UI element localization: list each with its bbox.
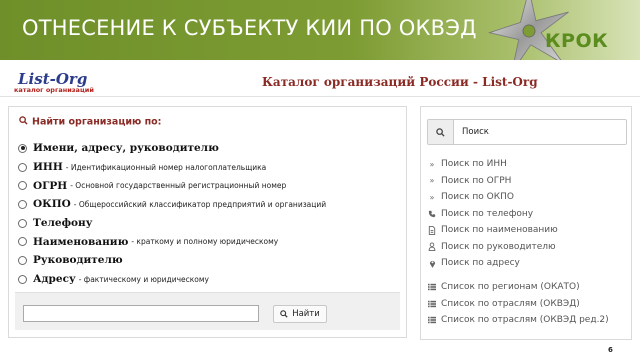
slide-title: ОТНЕСЕНИЕ К СУБЪЕКТУ КИИ ПО ОКВЭД — [22, 16, 477, 40]
link-label: Поиск по телефону — [441, 208, 534, 219]
sidebar-search-placeholder: Поиск — [462, 127, 489, 137]
link-search-ogrn[interactable]: » Поиск по ОГРН — [427, 173, 558, 190]
radio-button[interactable] — [18, 237, 27, 247]
radio-button[interactable] — [18, 274, 27, 284]
list-icon — [427, 316, 437, 324]
option-label: Телефону — [33, 217, 93, 230]
search-icon[interactable] — [428, 120, 454, 144]
radio-button[interactable] — [18, 162, 27, 172]
link-list-regions[interactable]: Список по регионам (ОКАТО) — [427, 279, 609, 296]
link-label: Список по отраслям (ОКВЭД ред.2) — [441, 315, 609, 326]
find-button[interactable]: Найти — [273, 305, 327, 323]
sidebar-search-links: » Поиск по ИНН » Поиск по ОГРН » Поиск п… — [427, 156, 558, 272]
radio-button[interactable] — [18, 143, 27, 153]
option-label: Руководителю — [33, 254, 123, 267]
link-label: Поиск по ОКПО — [441, 192, 514, 203]
double-chevron-icon: » — [429, 176, 435, 186]
link-list-okved2[interactable]: Список по отраслям (ОКВЭД ред.2) — [427, 312, 609, 329]
search-icon — [280, 310, 288, 318]
option-address[interactable]: Адресу - фактическому и юридическому — [18, 270, 326, 289]
search-input[interactable] — [23, 305, 259, 322]
link-label: Список по регионам (ОКАТО) — [441, 282, 580, 293]
search-panel: Найти организацию по: Имени, адресу, рук… — [8, 106, 407, 338]
double-chevron-icon: » — [429, 192, 435, 202]
link-search-phone[interactable]: Поиск по телефону — [427, 206, 558, 223]
radio-button[interactable] — [18, 218, 27, 228]
option-description: - фактическому и юридическому — [78, 274, 209, 284]
search-options: Имени, адресу, руководителю ИНН - Иденти… — [18, 139, 326, 289]
link-search-inn[interactable]: » Поиск по ИНН — [427, 156, 558, 173]
site-logo[interactable]: List-Org каталог организаций — [14, 70, 96, 96]
option-director[interactable]: Руководителю — [18, 251, 326, 270]
radio-button[interactable] — [18, 255, 27, 265]
option-label: ОГРН — [33, 179, 68, 192]
option-name-address[interactable]: Имени, адресу, руководителю — [18, 139, 326, 158]
option-label: Адресу — [33, 273, 76, 286]
link-list-okved[interactable]: Список по отраслям (ОКВЭД) — [427, 296, 609, 313]
sidebar-list-links: Список по регионам (ОКАТО) Список по отр… — [427, 279, 609, 329]
header-divider — [0, 96, 640, 97]
option-description: - краткому и полному юридическому — [131, 237, 279, 247]
option-inn[interactable]: ИНН - Идентификационный номер налогоплат… — [18, 158, 326, 177]
search-panel-heading-text: Найти организацию по: — [32, 116, 162, 128]
link-search-okpo[interactable]: » Поиск по ОКПО — [427, 189, 558, 206]
brand-logo: КРОК — [545, 30, 609, 52]
option-phone[interactable]: Телефону — [18, 214, 326, 233]
option-label: ИНН — [33, 161, 63, 174]
list-icon — [427, 283, 437, 291]
option-ogrn[interactable]: ОГРН - Основной государственный регистра… — [18, 176, 326, 195]
option-description: - Основной государственный регистрационн… — [70, 181, 287, 191]
search-panel-heading: Найти организацию по: — [19, 116, 161, 128]
find-button-label: Найти — [292, 309, 320, 319]
link-search-address[interactable]: Поиск по адресу — [427, 255, 558, 272]
link-label: Поиск по ИНН — [441, 159, 507, 170]
option-description: - Идентификационный номер налогоплательщ… — [65, 162, 267, 172]
radio-button[interactable] — [18, 199, 27, 209]
double-chevron-icon: » — [429, 159, 435, 169]
sidebar: Поиск » Поиск по ИНН » Поиск по ОГРН » П… — [420, 106, 632, 340]
option-label: Наименованию — [33, 235, 129, 248]
link-label: Поиск по руководителю — [441, 241, 556, 252]
slide-header: ОТНЕСЕНИЕ К СУБЪЕКТУ КИИ ПО ОКВЭД КРОК — [0, 0, 640, 60]
option-label: Имени, адресу, руководителю — [33, 142, 219, 155]
link-label: Поиск по наименованию — [441, 225, 558, 236]
phone-icon — [427, 210, 437, 218]
logo-subtitle: каталог организаций — [14, 86, 94, 94]
link-label: Список по отраслям (ОКВЭД) — [441, 298, 580, 309]
list-icon — [427, 300, 437, 308]
search-icon — [19, 116, 28, 128]
document-icon — [427, 225, 437, 235]
link-search-director[interactable]: Поиск по руководителю — [427, 239, 558, 256]
option-name[interactable]: Наименованию - краткому и полному юридич… — [18, 232, 326, 251]
option-label: ОКПО — [33, 198, 71, 211]
user-icon — [427, 242, 437, 252]
sidebar-search-field[interactable]: Поиск — [427, 119, 627, 145]
link-label: Поиск по адресу — [441, 258, 520, 269]
radio-button[interactable] — [18, 181, 27, 191]
link-label: Поиск по ОГРН — [441, 175, 512, 186]
link-search-name[interactable]: Поиск по наименованию — [427, 222, 558, 239]
option-description: - Общероссийский классификатор предприят… — [73, 199, 327, 209]
site-title[interactable]: Каталог организаций России - List-Org — [262, 75, 538, 89]
map-marker-icon — [427, 259, 437, 268]
search-form: Найти — [15, 292, 400, 330]
option-okpo[interactable]: ОКПО - Общероссийский классификатор пред… — [18, 195, 326, 214]
slide-page-number: 6 — [608, 346, 613, 354]
